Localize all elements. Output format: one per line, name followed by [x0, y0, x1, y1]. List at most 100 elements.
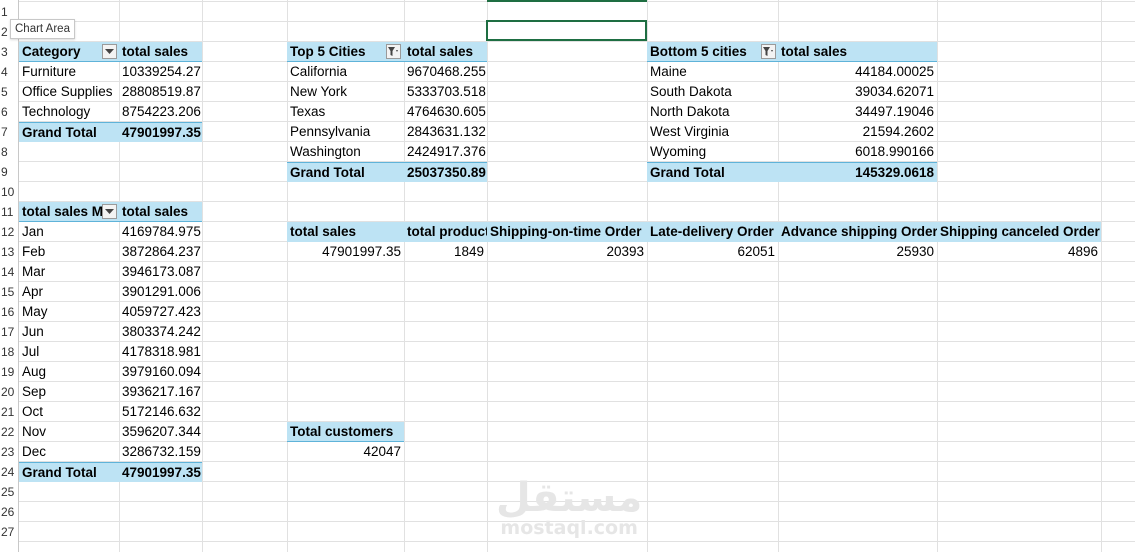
row-number[interactable]: 9: [0, 162, 19, 182]
bottom-cities-grand-total-label[interactable]: Grand Total: [647, 162, 778, 182]
month-cell[interactable]: Jan: [19, 222, 119, 242]
month-sales-cell[interactable]: 3946173.087: [119, 262, 202, 282]
kpi-shipping-canceled-header[interactable]: Shipping canceled Order: [937, 222, 1101, 242]
bottom-cities-filter-applied-icon[interactable]: [761, 44, 776, 59]
row-number[interactable]: 4: [0, 62, 19, 82]
month-sales-cell[interactable]: 3979160.094: [119, 362, 202, 382]
bottom-cities-header[interactable]: Bottom 5 cities: [647, 42, 778, 62]
bottom-city-cell[interactable]: South Dakota: [647, 82, 778, 102]
kpi-advance-shipping-header[interactable]: Advance shipping Order: [778, 222, 937, 242]
category-filter-dropdown-icon[interactable]: [102, 44, 117, 59]
row-number[interactable]: 12: [0, 222, 19, 242]
month-grand-total-label[interactable]: Grand Total: [19, 462, 119, 482]
top-city-sales-cell[interactable]: 5333703.518: [404, 82, 487, 102]
month-cell[interactable]: May: [19, 302, 119, 322]
month-sales-cell[interactable]: 4178318.981: [119, 342, 202, 362]
row-number[interactable]: 26: [0, 502, 19, 522]
kpi-total-product-value[interactable]: 1849: [404, 242, 487, 262]
row-number[interactable]: 21: [0, 402, 19, 422]
category-sales-cell[interactable]: 28808519.87: [119, 82, 202, 102]
month-cell[interactable]: Sep: [19, 382, 119, 402]
month-cell[interactable]: Feb: [19, 242, 119, 262]
month-cell[interactable]: Jun: [19, 322, 119, 342]
top-city-cell[interactable]: Washington: [287, 142, 404, 162]
row-number[interactable]: 19: [0, 362, 19, 382]
month-sales-cell[interactable]: 3872864.237: [119, 242, 202, 262]
total-customers-value[interactable]: 42047: [287, 442, 404, 462]
bottom-city-sales-cell[interactable]: 34497.19046: [778, 102, 937, 122]
kpi-advance-shipping-value[interactable]: 25930: [778, 242, 937, 262]
month-cell[interactable]: Jul: [19, 342, 119, 362]
month-sales-cell[interactable]: 3901291.006: [119, 282, 202, 302]
month-filter-dropdown-icon[interactable]: [102, 204, 117, 219]
row-number[interactable]: 6: [0, 102, 19, 122]
row-number[interactable]: 3: [0, 42, 19, 62]
row-number[interactable]: 11: [0, 202, 19, 222]
bottom-cities-sales-header[interactable]: total sales: [778, 42, 937, 62]
kpi-total-sales-value[interactable]: 47901997.35: [287, 242, 404, 262]
row-number[interactable]: 14: [0, 262, 19, 282]
category-sales-cell[interactable]: 10339254.27: [119, 62, 202, 82]
kpi-total-sales-header[interactable]: total sales: [287, 222, 404, 242]
kpi-shipping-on-time-header[interactable]: Shipping-on-time Order: [487, 222, 647, 242]
top-city-cell[interactable]: New York: [287, 82, 404, 102]
month-cell[interactable]: Apr: [19, 282, 119, 302]
category-grand-total-value[interactable]: 47901997.35: [119, 122, 202, 142]
row-number[interactable]: 15: [0, 282, 19, 302]
bottom-city-cell[interactable]: North Dakota: [647, 102, 778, 122]
bottom-city-cell[interactable]: West Virginia: [647, 122, 778, 142]
month-sales-cell[interactable]: 4059727.423: [119, 302, 202, 322]
bottom-cities-grand-total-value[interactable]: 145329.0618: [778, 162, 937, 182]
top-cities-filter-applied-icon[interactable]: [386, 44, 401, 59]
top-city-sales-cell[interactable]: 9670468.255: [404, 62, 487, 82]
category-cell[interactable]: Technology: [19, 102, 119, 122]
category-total-sales-header[interactable]: total sales: [119, 42, 202, 62]
top-city-sales-cell[interactable]: 2424917.376: [404, 142, 487, 162]
month-cell[interactable]: Mar: [19, 262, 119, 282]
month-sales-cell[interactable]: 4169784.975: [119, 222, 202, 242]
row-number[interactable]: 25: [0, 482, 19, 502]
category-sales-cell[interactable]: 8754223.206: [119, 102, 202, 122]
bottom-city-sales-cell[interactable]: 44184.00025: [778, 62, 937, 82]
row-number[interactable]: 23: [0, 442, 19, 462]
total-customers-header[interactable]: Total customers: [287, 422, 404, 442]
row-number[interactable]: 8: [0, 142, 19, 162]
category-grand-total-label[interactable]: Grand Total: [19, 122, 119, 142]
top-cities-grand-total-label[interactable]: Grand Total: [287, 162, 404, 182]
category-cell[interactable]: Office Supplies: [19, 82, 119, 102]
row-number[interactable]: 10: [0, 182, 19, 202]
row-number[interactable]: 5: [0, 82, 19, 102]
kpi-late-delivery-header[interactable]: Late-delivery Order: [647, 222, 778, 242]
month-cell[interactable]: Aug: [19, 362, 119, 382]
bottom-city-sales-cell[interactable]: 21594.2602: [778, 122, 937, 142]
top-city-sales-cell[interactable]: 2843631.132: [404, 122, 487, 142]
top-city-cell[interactable]: California: [287, 62, 404, 82]
month-sales-cell[interactable]: 3286732.159: [119, 442, 202, 462]
kpi-shipping-on-time-value[interactable]: 20393: [487, 242, 647, 262]
top-city-sales-cell[interactable]: 4764630.605: [404, 102, 487, 122]
kpi-late-delivery-value[interactable]: 62051: [647, 242, 778, 262]
row-number[interactable]: 20: [0, 382, 19, 402]
top-cities-sales-header[interactable]: total sales: [404, 42, 487, 62]
top-city-cell[interactable]: Pennsylvania: [287, 122, 404, 142]
month-cell[interactable]: Oct: [19, 402, 119, 422]
month-cell[interactable]: Dec: [19, 442, 119, 462]
month-sales-cell[interactable]: 5172146.632: [119, 402, 202, 422]
bottom-city-sales-cell[interactable]: 6018.990166: [778, 142, 937, 162]
row-number[interactable]: 13: [0, 242, 19, 262]
top-city-cell[interactable]: Texas: [287, 102, 404, 122]
row-number[interactable]: 17: [0, 322, 19, 342]
month-sales-cell[interactable]: 3936217.167: [119, 382, 202, 402]
month-cell[interactable]: Nov: [19, 422, 119, 442]
active-cell-selection[interactable]: [486, 20, 647, 41]
row-number[interactable]: 22: [0, 422, 19, 442]
row-number[interactable]: 27: [0, 522, 19, 542]
kpi-total-product-header[interactable]: total product: [404, 222, 487, 242]
month-grand-total-value[interactable]: 47901997.35: [119, 462, 202, 482]
bottom-city-cell[interactable]: Maine: [647, 62, 778, 82]
month-sales-header[interactable]: total sales: [119, 202, 202, 222]
row-number[interactable]: 24: [0, 462, 19, 482]
top-cities-grand-total-value[interactable]: 25037350.89: [404, 162, 487, 182]
category-cell[interactable]: Furniture: [19, 62, 119, 82]
kpi-shipping-canceled-value[interactable]: 4896: [937, 242, 1101, 262]
